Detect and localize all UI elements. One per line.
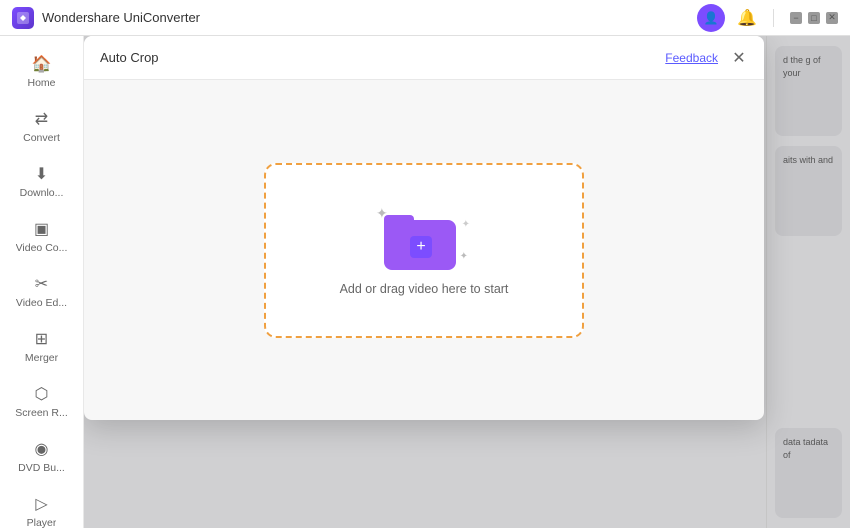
feedback-link[interactable]: Feedback (665, 51, 718, 65)
sparkle-icon-3: ✦ (460, 251, 468, 262)
sparkle-icon-1: ✦ (376, 205, 388, 222)
sidebar-label-home: Home (27, 77, 55, 89)
titlebar-separator (773, 9, 774, 27)
minimize-button[interactable]: − (790, 12, 802, 24)
convert-icon: ⇄ (32, 109, 52, 129)
maximize-button[interactable]: □ (808, 12, 820, 24)
close-icon: ✕ (732, 48, 745, 68)
drop-zone-icon: + ✦ ✦ ✦ (384, 205, 464, 270)
auto-crop-modal: Auto Crop Feedback ✕ + (84, 36, 764, 420)
video-edit-icon: ✂ (32, 274, 52, 294)
close-button[interactable]: ✕ (826, 12, 838, 24)
modal-body: + ✦ ✦ ✦ Add or drag video here to start (84, 80, 764, 420)
sidebar-label-dvd-burn: DVD Bu... (18, 462, 65, 474)
content-wrapper: d the g of your aits with and data tadat… (84, 36, 850, 528)
app-name: Wondershare UniConverter (42, 10, 697, 25)
video-compress-icon: ▣ (32, 219, 52, 239)
sidebar-item-merger[interactable]: ⊞ Merger (0, 319, 83, 374)
home-icon: 🏠 (32, 54, 52, 74)
download-icon: ⬇ (32, 164, 52, 184)
drop-zone-text: Add or drag video here to start (340, 282, 509, 296)
sidebar-item-convert[interactable]: ⇄ Convert (0, 99, 83, 154)
sidebar-label-player: Player (27, 517, 57, 528)
sidebar-item-dvd-burn[interactable]: ◉ DVD Bu... (0, 429, 83, 484)
sidebar-item-download[interactable]: ⬇ Downlo... (0, 154, 83, 209)
modal-header: Auto Crop Feedback ✕ (84, 36, 764, 80)
sidebar: 🏠 Home ⇄ Convert ⬇ Downlo... ▣ Video Co.… (0, 36, 84, 528)
sidebar-item-player[interactable]: ▷ Player (0, 484, 83, 528)
title-bar: Wondershare UniConverter 👤 🔔 − □ ✕ (0, 0, 850, 36)
folder-plus-icon: + (410, 236, 432, 258)
sidebar-label-video-compress: Video Co... (16, 242, 68, 254)
bell-icon: 🔔 (737, 8, 757, 28)
modal-title: Auto Crop (100, 50, 665, 65)
app-window: Wondershare UniConverter 👤 🔔 − □ ✕ (0, 0, 850, 528)
sidebar-label-video-edit: Video Ed... (16, 297, 67, 309)
sparkle-icon-2: ✦ (462, 219, 470, 230)
window-controls: − □ ✕ (790, 12, 838, 24)
modal-close-button[interactable]: ✕ (730, 49, 748, 67)
app-logo (12, 7, 34, 29)
sidebar-label-screen-record: Screen R... (15, 407, 68, 419)
main-layout: 🏠 Home ⇄ Convert ⬇ Downlo... ▣ Video Co.… (0, 36, 850, 528)
sidebar-item-home[interactable]: 🏠 Home (0, 44, 83, 99)
sidebar-label-download: Downlo... (20, 187, 64, 199)
sidebar-item-screen-record[interactable]: ⬡ Screen R... (0, 374, 83, 429)
sidebar-item-video-compress[interactable]: ▣ Video Co... (0, 209, 83, 264)
screen-record-icon: ⬡ (32, 384, 52, 404)
dvd-burn-icon: ◉ (32, 439, 52, 459)
titlebar-controls: 👤 🔔 − □ ✕ (697, 4, 838, 32)
folder-body: + (384, 220, 456, 270)
profile-icon: 👤 (704, 11, 719, 25)
merger-icon: ⊞ (32, 329, 52, 349)
drop-zone[interactable]: + ✦ ✦ ✦ Add or drag video here to start (264, 163, 584, 338)
sidebar-label-convert: Convert (23, 132, 60, 144)
profile-icon-btn[interactable]: 👤 (697, 4, 725, 32)
modal-overlay: Auto Crop Feedback ✕ + (84, 36, 850, 528)
sidebar-item-video-edit[interactable]: ✂ Video Ed... (0, 264, 83, 319)
bell-icon-btn[interactable]: 🔔 (733, 4, 761, 32)
sidebar-label-merger: Merger (25, 352, 58, 364)
player-icon: ▷ (32, 494, 52, 514)
